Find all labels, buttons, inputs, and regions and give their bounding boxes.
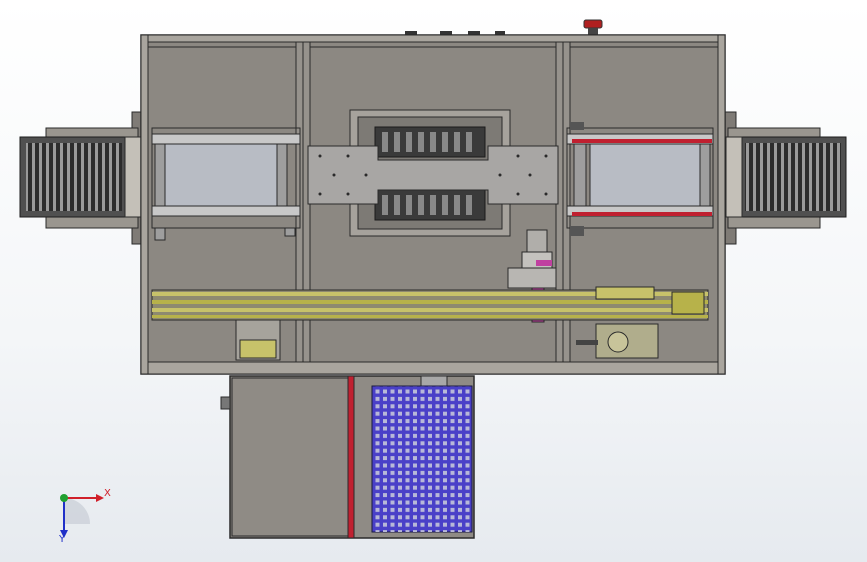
left-infeed-conveyor xyxy=(19,111,147,245)
cad-drawing: X Y xyxy=(19,19,847,545)
y-axis-label: Y xyxy=(58,534,66,545)
origin-dot xyxy=(60,494,68,502)
axis-triad: X Y xyxy=(58,488,111,545)
right-outfeed-conveyor xyxy=(721,111,847,245)
perforated-bin xyxy=(371,385,473,533)
linear-rail xyxy=(151,286,709,321)
bottom-bracket xyxy=(235,319,281,361)
x-axis-label: X xyxy=(104,488,111,499)
